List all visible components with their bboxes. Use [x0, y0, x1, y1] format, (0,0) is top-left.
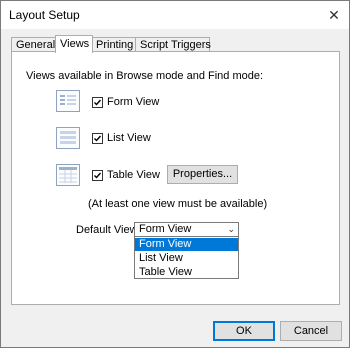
properties-button[interactable]: Properties...: [167, 165, 238, 184]
title-bar: Layout Setup ✕: [1, 1, 349, 29]
form-view-icon: [56, 90, 80, 112]
tab-script-triggers[interactable]: Script Triggers: [135, 37, 211, 52]
layout-setup-dialog: Layout Setup ✕ General Views Printing Sc…: [0, 0, 350, 348]
table-view-checkbox[interactable]: [92, 170, 103, 181]
option-table-view[interactable]: Table View: [135, 266, 238, 279]
default-view-value: Form View: [139, 223, 192, 235]
views-note: (At least one view must be available): [88, 198, 268, 210]
views-heading: Views available in Browse mode and Find …: [26, 70, 264, 82]
option-form-view[interactable]: Form View: [135, 238, 238, 251]
table-view-icon: [56, 164, 80, 186]
list-view-checkbox[interactable]: [92, 133, 103, 144]
list-view-label: List View: [107, 132, 151, 144]
close-icon[interactable]: ✕: [319, 1, 349, 29]
default-view-label: Default View:: [76, 224, 141, 236]
default-view-select[interactable]: Form View ⌄: [134, 222, 239, 237]
list-view-icon: [56, 127, 80, 149]
form-view-label: Form View: [107, 96, 160, 108]
option-list-view[interactable]: List View: [135, 252, 238, 265]
form-view-checkbox[interactable]: [92, 97, 103, 108]
default-view-dropdown: Form View List View Table View: [134, 236, 239, 279]
table-view-label: Table View: [107, 169, 160, 181]
chevron-down-icon: ⌄: [227, 224, 235, 234]
tab-printing[interactable]: Printing: [91, 37, 137, 52]
ok-button[interactable]: OK: [213, 321, 275, 341]
tab-general[interactable]: General: [11, 37, 56, 52]
window-title: Layout Setup: [9, 8, 80, 22]
tab-views[interactable]: Views: [55, 35, 93, 53]
cancel-button[interactable]: Cancel: [280, 321, 342, 341]
